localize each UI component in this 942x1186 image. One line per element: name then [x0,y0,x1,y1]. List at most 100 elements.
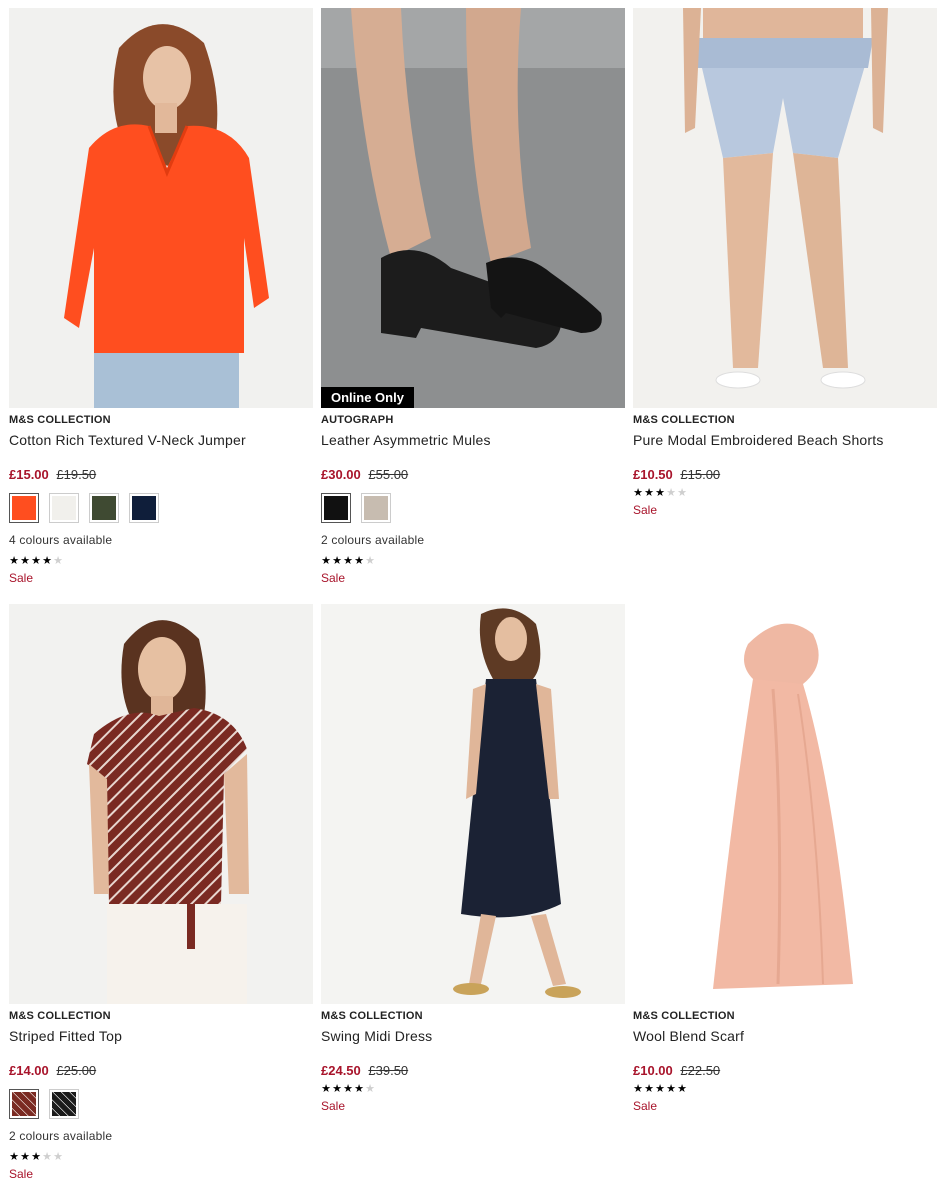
product-card[interactable]: M&S COLLECTION Pure Modal Embroidered Be… [633,8,937,518]
product-image[interactable] [9,8,313,408]
blue-shorts-photo [633,8,937,408]
star-icon: ★ [666,487,676,499]
price-now: £10.50 [633,467,673,482]
product-brand: AUTOGRAPH [321,414,394,426]
product-card[interactable]: M&S COLLECTION Wool Blend Scarf £10.00 £… [633,604,937,1114]
star-icon: ★ [42,555,52,567]
star-icon: ★ [20,555,30,567]
product-image[interactable] [633,604,937,1004]
product-prices: £30.00 £55.00 [321,467,625,485]
swatch-khaki[interactable] [89,493,119,523]
striped-top-photo [9,604,313,1004]
star-icon: ★ [31,555,41,567]
star-icon: ★ [644,1083,654,1095]
price-was: £19.50 [56,467,97,482]
star-icon: ★ [644,487,654,499]
swatch-black[interactable] [321,493,351,523]
star-icon: ★ [666,1083,676,1095]
star-icon: ★ [332,555,342,567]
product-name[interactable]: Pure Modal Embroidered Beach Shorts [633,432,937,450]
swatch-grey[interactable] [361,493,391,523]
price-was: £39.50 [368,1063,409,1078]
sale-label: Sale [633,503,658,517]
product-image[interactable] [633,8,937,408]
price-was: £15.00 [680,467,721,482]
sale-label: Sale [9,1167,34,1181]
price-now: £10.00 [633,1063,673,1078]
star-icon: ★ [20,1151,30,1163]
black-mules-photo [321,8,625,408]
star-icon: ★ [9,555,19,567]
swatch-orange[interactable] [9,493,39,523]
price-now: £15.00 [9,467,49,482]
product-image[interactable] [9,604,313,1004]
product-name[interactable]: Leather Asymmetric Mules [321,432,625,450]
product-name[interactable]: Cotton Rich Textured V-Neck Jumper [9,432,313,450]
colour-swatches [9,1089,313,1119]
colour-swatches [321,493,625,523]
star-icon: ★ [633,1083,643,1095]
star-icon: ★ [677,1083,687,1095]
star-rating: ★ ★ ★ ★ ★ [321,555,625,567]
star-icon: ★ [53,555,63,567]
price-now: £30.00 [321,467,361,482]
star-icon: ★ [42,1151,52,1163]
swatch-navy[interactable] [129,493,159,523]
sale-label: Sale [321,1099,346,1113]
star-icon: ★ [365,1083,375,1095]
product-brand: M&S COLLECTION [9,414,111,426]
swatch-white[interactable] [49,493,79,523]
sale-label: Sale [321,571,346,585]
product-card[interactable]: M&S COLLECTION Striped Fitted Top £14.00… [9,604,313,1182]
orange-jumper-photo [9,8,313,408]
star-icon: ★ [321,1083,331,1095]
product-brand: M&S COLLECTION [321,1010,423,1022]
peach-scarf-photo [633,604,937,1004]
sale-label: Sale [633,1099,658,1113]
product-name[interactable]: Wool Blend Scarf [633,1028,937,1046]
product-brand: M&S COLLECTION [9,1010,111,1022]
price-was: £55.00 [368,467,409,482]
colours-available: 2 colours available [321,533,425,547]
product-card[interactable]: Online Only AUTOGRAPH Leather Asymmetric… [321,8,625,586]
product-prices: £24.50 £39.50 [321,1063,625,1081]
price-now: £24.50 [321,1063,361,1078]
star-icon: ★ [655,487,665,499]
product-name[interactable]: Swing Midi Dress [321,1028,625,1046]
product-prices: £10.00 £22.50 [633,1063,937,1081]
product-prices: £10.50 £15.00 [633,467,937,485]
product-brand: M&S COLLECTION [633,1010,735,1022]
star-icon: ★ [343,1083,353,1095]
star-icon: ★ [53,1151,63,1163]
star-icon: ★ [677,487,687,499]
star-rating: ★ ★ ★ ★ ★ [9,1151,313,1163]
star-rating: ★ ★ ★ ★ ★ [9,555,313,567]
star-icon: ★ [9,1151,19,1163]
star-icon: ★ [31,1151,41,1163]
product-card[interactable]: M&S COLLECTION Swing Midi Dress £24.50 £… [321,604,625,1114]
swatch-red-stripe[interactable] [9,1089,39,1119]
product-image[interactable]: Online Only [321,8,625,408]
product-brand: M&S COLLECTION [633,414,735,426]
star-icon: ★ [365,555,375,567]
product-name[interactable]: Striped Fitted Top [9,1028,313,1046]
price-now: £14.00 [9,1063,49,1078]
star-icon: ★ [354,555,364,567]
colour-swatches [9,493,313,523]
product-prices: £15.00 £19.50 [9,467,313,485]
product-image[interactable] [321,604,625,1004]
price-was: £25.00 [56,1063,97,1078]
star-icon: ★ [633,487,643,499]
star-icon: ★ [655,1083,665,1095]
colours-available: 2 colours available [9,1129,113,1143]
star-rating: ★ ★ ★ ★ ★ [633,1083,937,1095]
online-only-badge: Online Only [321,387,414,408]
star-rating: ★ ★ ★ ★ ★ [633,487,937,499]
product-card[interactable]: M&S COLLECTION Cotton Rich Textured V-Ne… [9,8,313,586]
star-icon: ★ [343,555,353,567]
product-prices: £14.00 £25.00 [9,1063,313,1081]
sale-label: Sale [9,571,34,585]
star-icon: ★ [321,555,331,567]
star-icon: ★ [354,1083,364,1095]
swatch-black-stripe[interactable] [49,1089,79,1119]
